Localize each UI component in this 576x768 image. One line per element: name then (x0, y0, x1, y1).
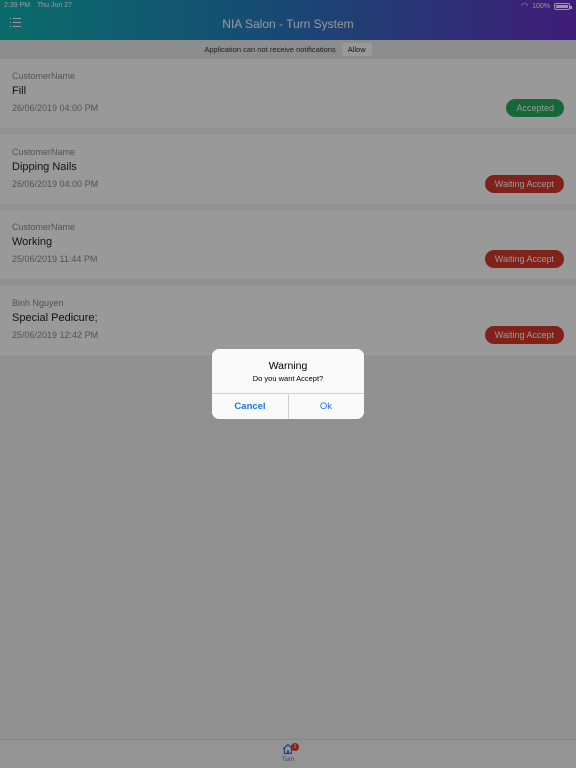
cancel-button[interactable]: Cancel (212, 394, 288, 419)
alert-dialog: Warning Do you want Accept? Cancel Ok (212, 349, 364, 419)
alert-message: Do you want Accept? (252, 374, 324, 383)
ok-button[interactable]: Ok (288, 394, 364, 419)
alert-title: Warning (268, 360, 308, 372)
